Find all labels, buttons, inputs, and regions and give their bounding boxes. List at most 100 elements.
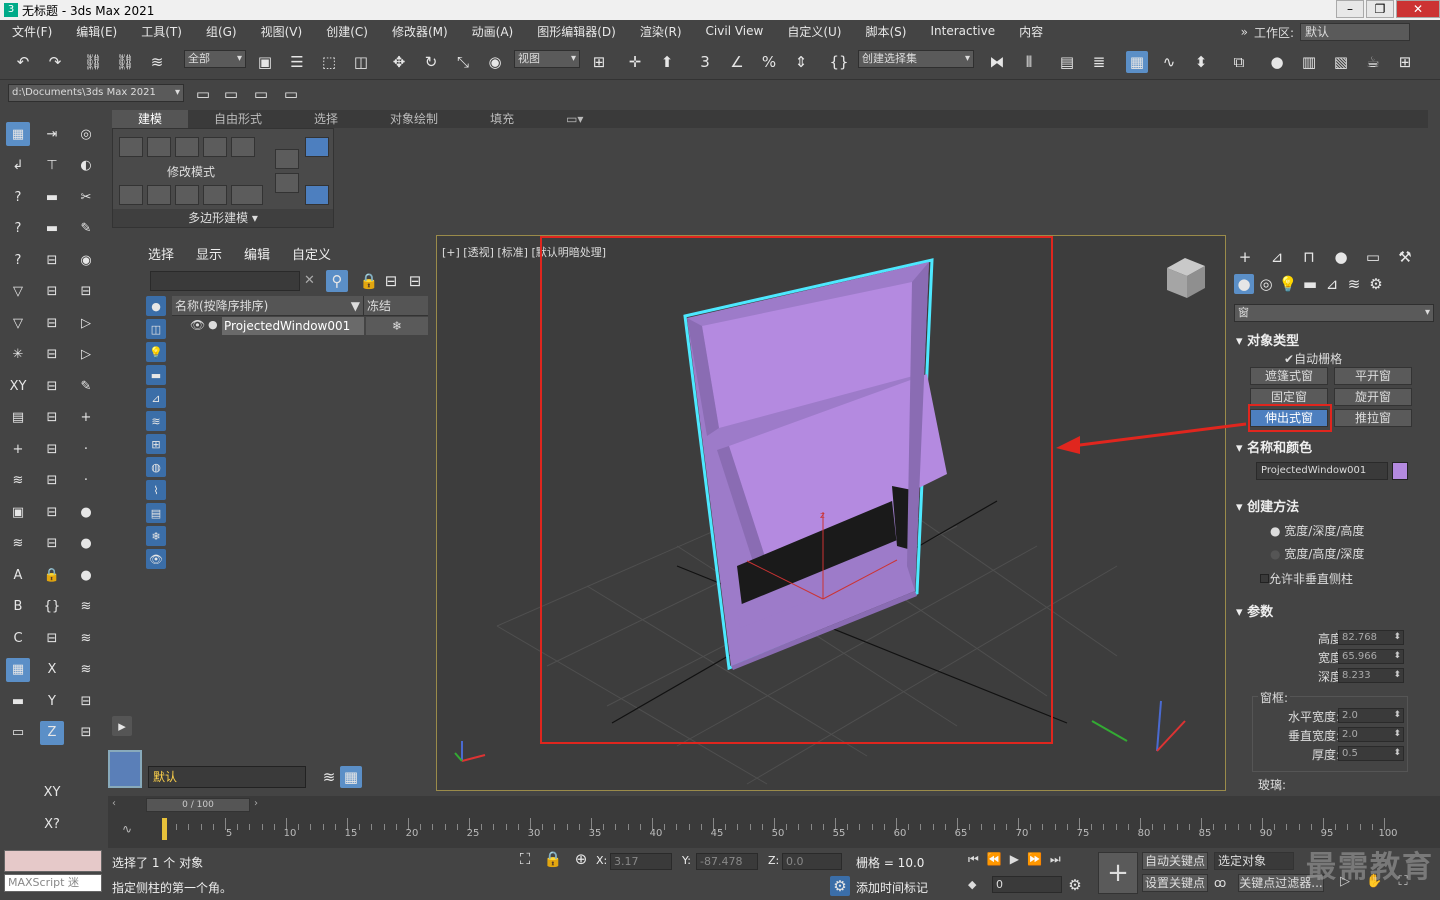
left-tool-icon-0-6[interactable]: ▽: [6, 311, 30, 335]
lock-icon[interactable]: 🔒: [358, 270, 380, 292]
dope-sheet-icon[interactable]: ⬍: [1190, 51, 1212, 73]
project-settings-icon[interactable]: ▭: [280, 83, 302, 105]
shapes-category-icon[interactable]: ◎: [1256, 274, 1276, 294]
scene-filter-icon-10[interactable]: ❄: [146, 526, 166, 546]
material-editor-icon[interactable]: ●: [1266, 51, 1288, 73]
left-tool-icon-1-10[interactable]: ⊟: [40, 437, 64, 461]
viewport-layout-tab[interactable]: [108, 750, 142, 788]
left-tool-icon-2-2[interactable]: ✂: [74, 185, 98, 209]
workspace-dropdown[interactable]: 默认: [1300, 23, 1410, 41]
left-tool-icon-2-12[interactable]: ●: [74, 500, 98, 524]
timeline-prev-icon[interactable]: ‹: [112, 798, 126, 812]
left-tool-icon-1-4[interactable]: ⊟: [40, 248, 64, 272]
ribbon-side-tool-1[interactable]: [275, 149, 299, 169]
x-coordinate-field[interactable]: 3.17: [610, 853, 672, 870]
menu-item-8[interactable]: 图形编辑器(D): [525, 23, 628, 40]
modify-tab-icon[interactable]: ⊿: [1266, 246, 1288, 268]
expand-panel-icon[interactable]: ▸: [112, 716, 132, 736]
menu-item-0[interactable]: 文件(F): [0, 23, 64, 40]
playback-controls[interactable]: ⏮⏪▶⏩⏭: [968, 852, 1069, 867]
maxscript-listener-top[interactable]: [4, 850, 102, 872]
systems-category-icon[interactable]: ⚙: [1366, 274, 1386, 294]
left-tool-icon-1-1[interactable]: ⊤: [40, 154, 64, 178]
object-name[interactable]: ProjectedWindow001: [222, 317, 364, 335]
scene-filter-icon-9[interactable]: ▤: [146, 503, 166, 523]
key-mode-icon[interactable]: ◆: [968, 878, 976, 891]
menu-item-7[interactable]: 动画(A): [460, 23, 526, 40]
element-mode-button[interactable]: [231, 137, 255, 157]
set-key-button[interactable]: 设置关键点: [1142, 874, 1208, 892]
menu-item-5[interactable]: 创建(C): [314, 23, 380, 40]
render-setup-icon[interactable]: ▥: [1298, 51, 1320, 73]
selected-object-dropdown[interactable]: 选定对象: [1214, 852, 1294, 870]
freeze-column-header[interactable]: 冻结: [364, 296, 391, 315]
motion-tab-icon[interactable]: ●: [1330, 246, 1352, 268]
creation-method-radio-1[interactable]: ● 宽度/深度/高度: [1270, 522, 1364, 539]
menu-item-9[interactable]: 渲染(R): [628, 23, 694, 40]
left-tool-icon-2-17[interactable]: ≋: [74, 658, 98, 682]
align-icon[interactable]: ⫴: [1018, 51, 1040, 73]
current-frame-field[interactable]: 0: [992, 876, 1062, 893]
move-icon[interactable]: ✥: [388, 51, 410, 73]
left-tool-icon-1-2[interactable]: ▬: [40, 185, 64, 209]
left-tool-icon-1-5[interactable]: ⊟: [40, 280, 64, 304]
constraint-x-icon[interactable]: X?: [40, 812, 64, 836]
unlink-icon[interactable]: ⛓: [114, 51, 136, 73]
autogrid-checkbox[interactable]: ✔自动栅格: [1284, 350, 1342, 367]
height-spinner[interactable]: 82.768: [1338, 630, 1404, 645]
left-tool-icon-2-5[interactable]: ⊟: [74, 280, 98, 304]
casement-window-button[interactable]: 平开窗: [1334, 367, 1412, 385]
left-tool-icon-1-11[interactable]: ⊟: [40, 469, 64, 493]
place-icon[interactable]: ◉: [484, 51, 506, 73]
left-tool-icon-0-17[interactable]: ▦: [6, 657, 30, 682]
left-tool-icon-1-0[interactable]: ⇥: [40, 122, 64, 146]
viewcube-icon[interactable]: [1167, 258, 1205, 298]
select-object-icon[interactable]: ▣: [254, 51, 276, 73]
left-tool-icon-0-10[interactable]: +: [6, 437, 30, 461]
width-spinner[interactable]: 65.966: [1338, 649, 1404, 664]
link-icon[interactable]: ⛓: [82, 51, 104, 73]
menu-item-2[interactable]: 工具(T): [129, 23, 194, 40]
scene-filter-icon-8[interactable]: ⌇: [146, 480, 166, 500]
auto-key-button[interactable]: 自动关键点: [1142, 852, 1208, 870]
scene-tab-1[interactable]: 显示: [196, 244, 222, 263]
edit-named-sets-icon[interactable]: {}: [828, 51, 850, 73]
hierarchy-icon[interactable]: ⊟: [380, 270, 402, 292]
left-tool-icon-0-12[interactable]: ▣: [6, 500, 30, 524]
left-tool-icon-0-15[interactable]: B: [6, 595, 30, 619]
left-tool-icon-0-14[interactable]: A: [6, 563, 30, 587]
project-create-icon[interactable]: ▭: [250, 83, 272, 105]
ribbon-tool-2[interactable]: [147, 185, 171, 205]
left-tool-icon-0-11[interactable]: ≋: [6, 469, 30, 493]
menu-item-11[interactable]: 自定义(U): [775, 23, 853, 40]
selection-lock-icon[interactable]: 🔒: [544, 850, 563, 868]
layer-dropdown[interactable]: 默认: [148, 766, 306, 788]
left-tool-icon-1-6[interactable]: ⊟: [40, 311, 64, 335]
freeze-snowflake-icon[interactable]: ❄: [366, 317, 428, 335]
scene-explorer-icon[interactable]: ▤: [1056, 51, 1078, 73]
layers-icon[interactable]: ≋: [318, 766, 340, 788]
left-tool-icon-2-4[interactable]: ◉: [74, 248, 98, 272]
time-config-icon[interactable]: ⚙: [1066, 876, 1084, 894]
close-button[interactable]: ✕: [1396, 0, 1440, 18]
selection-filter-dropdown[interactable]: 全部: [184, 50, 246, 68]
time-cursor[interactable]: [162, 818, 167, 840]
left-tool-icon-2-3[interactable]: ✎: [74, 217, 98, 241]
curve-editor-mini-icon[interactable]: ∿: [122, 822, 132, 836]
border-mode-button[interactable]: [175, 137, 199, 157]
add-time-tag[interactable]: 添加时间标记: [856, 879, 928, 896]
left-tool-icon-0-3[interactable]: ?: [6, 217, 30, 241]
left-tool-icon-2-7[interactable]: ▷: [74, 343, 98, 367]
maxscript-input[interactable]: MAXScript 迷: [4, 874, 102, 892]
creation-method-rollout[interactable]: ▾ 创建方法: [1236, 496, 1430, 515]
z-coordinate-field[interactable]: 0.0: [782, 853, 842, 870]
left-tool-icon-0-8[interactable]: XY: [6, 374, 30, 398]
left-tool-icon-0-0[interactable]: ▦: [6, 122, 30, 146]
left-tool-icon-0-18[interactable]: ▬: [6, 689, 30, 713]
left-tool-icon-0-2[interactable]: ?: [6, 185, 30, 209]
geometry-category-icon[interactable]: ●: [1234, 274, 1254, 294]
left-tool-icon-1-9[interactable]: ⊟: [40, 406, 64, 430]
pivot-center-icon[interactable]: ⊞: [588, 51, 610, 73]
awning-window-button[interactable]: 遮篷式窗: [1250, 367, 1328, 385]
ribbon-tab-4[interactable]: 填充: [464, 110, 540, 128]
